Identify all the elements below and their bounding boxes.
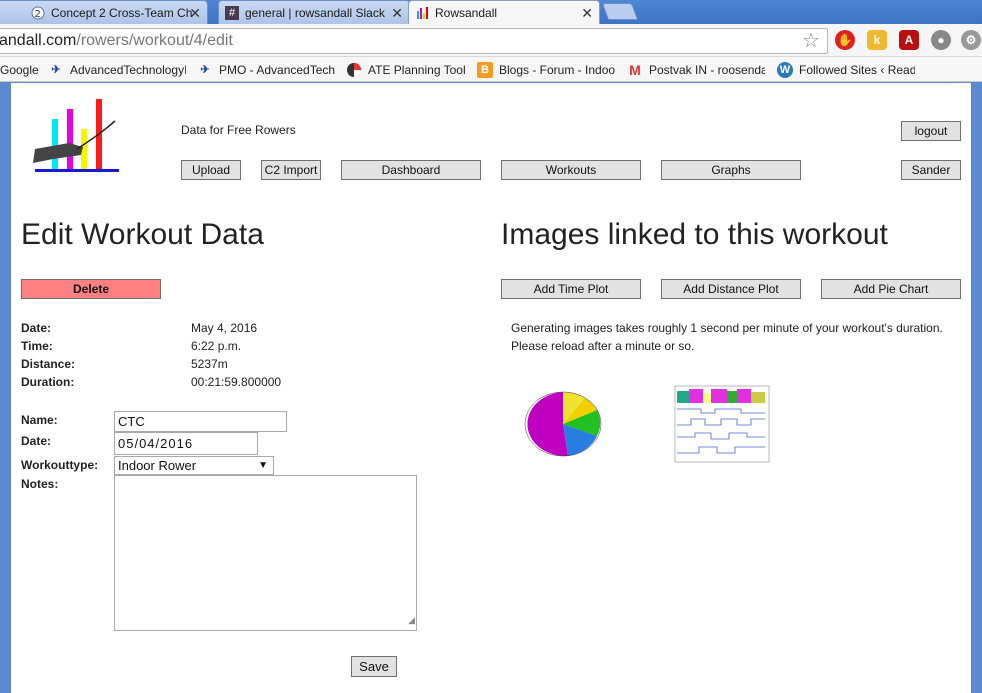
nav-upload-button[interactable]: Upload: [181, 160, 241, 180]
pdf-extension-icon[interactable]: A: [899, 30, 919, 50]
planning-icon: [346, 62, 362, 78]
bookmark-label: ATE Planning Tool: [368, 62, 466, 77]
date-label: Date:: [21, 434, 52, 448]
tab-label: Concept 2 Cross-Team Ch: [51, 5, 193, 20]
name-label: Name:: [21, 413, 58, 427]
address-domain: andall.com: [0, 32, 77, 49]
user-menu-button[interactable]: Sander: [901, 160, 961, 180]
images-title: Images linked to this workout: [501, 218, 888, 251]
settings-extension-icon[interactable]: ⚙: [961, 30, 981, 50]
bookmark-ate-planning[interactable]: ATE Planning Tool: [346, 61, 470, 78]
browser-tab-strip: 2 Concept 2 Cross-Team Ch ✕ # general | …: [0, 0, 982, 24]
time-plot-thumbnail[interactable]: [671, 383, 771, 467]
disguise-extension-icon[interactable]: ●: [931, 30, 951, 50]
browser-toolbar: andall.com/rowers/workout/4/edit ☆ ✋ k A…: [0, 24, 982, 57]
bookmark-label: Postvak IN - roosenda: [649, 62, 765, 77]
bookmark-label: Google: [0, 62, 39, 77]
bookmark-label: PMO - AdvancedTech: [219, 62, 335, 77]
summary-date-label: Date:: [21, 321, 52, 335]
add-time-plot-button[interactable]: Add Time Plot: [501, 279, 641, 299]
summary-date-value: May 4, 2016: [191, 321, 258, 335]
tab-label: general | rowsandall Slack: [245, 5, 385, 20]
notes-textarea[interactable]: ◢: [114, 475, 417, 631]
site-tagline: Data for Free Rowers: [181, 123, 296, 137]
resize-handle-icon[interactable]: ◢: [408, 611, 415, 630]
workouttype-selected: Indoor Rower: [118, 458, 197, 473]
delete-button[interactable]: Delete: [21, 279, 161, 299]
close-icon[interactable]: ✕: [189, 5, 201, 22]
notes-label: Notes:: [21, 477, 59, 491]
summary-duration-label: Duration:: [21, 375, 75, 389]
tab-rowsandall[interactable]: Rowsandall ✕: [408, 0, 600, 24]
image-generation-note: Generating images takes roughly 1 second…: [511, 321, 943, 335]
nav-c2import-button[interactable]: C2 Import: [261, 160, 321, 180]
summary-time-value: 6:22 p.m.: [191, 339, 242, 353]
bookmark-postvak[interactable]: M Postvak IN - roosenda: [627, 61, 765, 78]
page-content: Data for Free Rowers logout Upload C2 Im…: [11, 83, 971, 693]
adblock-extension-icon[interactable]: ✋: [835, 30, 855, 50]
gmail-icon: M: [629, 61, 641, 78]
bookmark-star-icon[interactable]: ☆: [802, 28, 820, 53]
summary-duration-value: 00:21:59.800000: [191, 375, 282, 389]
svg-text:2: 2: [35, 9, 41, 20]
slack-icon: #: [225, 5, 239, 20]
bookmark-app-icon: ✈: [200, 64, 210, 76]
date-input[interactable]: 05/04/2016: [114, 432, 258, 455]
bookmark-blogs-forum[interactable]: B Blogs - Forum - Indoo: [477, 61, 615, 78]
address-bar[interactable]: andall.com/rowers/workout/4/edit: [0, 28, 828, 54]
page-title: Edit Workout Data: [21, 218, 264, 251]
kippt-extension-icon[interactable]: k: [867, 30, 887, 50]
save-button[interactable]: Save: [351, 656, 397, 677]
blogger-icon: B: [477, 61, 493, 78]
summary-time-label: Time:: [21, 339, 53, 353]
chart-favicon-icon: [415, 6, 429, 20]
add-pie-chart-button[interactable]: Add Pie Chart: [821, 279, 961, 299]
nav-dashboard-button[interactable]: Dashboard: [341, 160, 481, 180]
new-tab-button[interactable]: [601, 3, 639, 20]
dropdown-arrow-icon: ▼: [258, 460, 268, 471]
tab-concept2[interactable]: 2 Concept 2 Cross-Team Ch ✕: [0, 0, 208, 24]
summary-distance-label: Distance:: [21, 357, 76, 371]
add-distance-plot-button[interactable]: Add Distance Plot: [661, 279, 801, 299]
workouttype-label: Workouttype:: [21, 458, 99, 472]
wordpress-icon: W: [777, 61, 793, 78]
bookmarks-bar: Google ✈ AdvancedTechnologyI ✈ PMO - Adv…: [0, 57, 982, 82]
bookmark-followed-sites[interactable]: W Followed Sites ‹ Read: [777, 61, 915, 78]
image-reload-note: Please reload after a minute or so.: [511, 339, 695, 353]
bookmark-advancedtechnology[interactable]: ✈ AdvancedTechnologyI: [48, 61, 186, 78]
concept2-icon: 2: [31, 6, 45, 20]
bookmark-app-icon: ✈: [51, 64, 61, 76]
rowsandall-logo: [33, 99, 119, 172]
tab-label: Rowsandall: [435, 5, 498, 20]
logout-button[interactable]: logout: [901, 121, 961, 141]
name-input[interactable]: CTC: [114, 411, 287, 432]
bookmark-pmo[interactable]: ✈ PMO - AdvancedTech: [197, 61, 335, 78]
bookmark-label: Followed Sites ‹ Read: [799, 62, 915, 77]
bookmark-label: Blogs - Forum - Indoo: [499, 62, 615, 77]
close-icon[interactable]: ✕: [391, 5, 403, 22]
close-icon[interactable]: ✕: [581, 5, 593, 22]
address-path: /rowers/workout/4/edit: [76, 32, 233, 49]
tab-slack[interactable]: # general | rowsandall Slack ✕: [218, 0, 410, 24]
bookmark-label: AdvancedTechnologyI: [70, 62, 186, 77]
bookmark-google[interactable]: Google: [0, 61, 40, 78]
summary-distance-value: 5237m: [191, 357, 228, 371]
pie-chart-thumbnail[interactable]: [499, 381, 619, 463]
nav-graphs-button[interactable]: Graphs: [661, 160, 801, 180]
workouttype-select[interactable]: Indoor Rower ▼: [114, 456, 274, 475]
nav-workouts-button[interactable]: Workouts: [501, 160, 641, 180]
